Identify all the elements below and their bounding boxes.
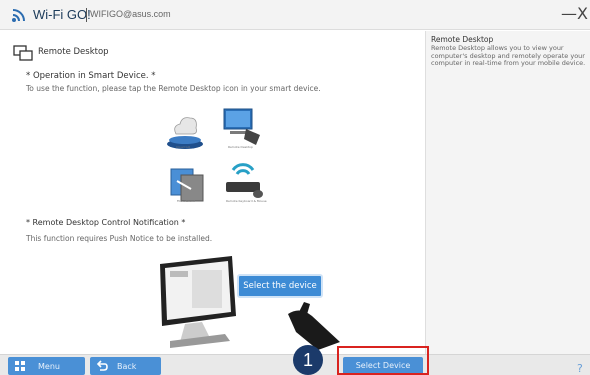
account-email: WIFIGO@asus.com — [90, 9, 171, 19]
select-device-callout: Select the device — [237, 274, 323, 298]
highlight-box — [337, 346, 429, 375]
notification-title: * Remote Desktop Control Notification * — [26, 218, 186, 227]
title-bar: Wi-Fi GO! WIFIGO@asus.com — X — [0, 0, 590, 30]
operation-description: To use the function, please tap the Remo… — [26, 84, 321, 93]
main-panel: Remote Desktop * Operation in Smart Devi… — [0, 31, 425, 354]
close-button[interactable]: X — [577, 4, 588, 23]
minimize-button[interactable]: — — [561, 4, 577, 23]
info-sidebar: Remote Desktop Remote Desktop allows you… — [425, 31, 590, 354]
app-title: Wi-Fi GO! — [33, 7, 91, 22]
sidebar-title: Remote Desktop — [431, 35, 494, 44]
app-icon-label: Remote Desktop — [228, 145, 253, 149]
help-icon[interactable]: ? — [577, 362, 583, 375]
step-number-badge: 1 — [293, 345, 323, 375]
remote-desktop-icon — [13, 45, 33, 61]
monitor-illustration — [160, 256, 340, 350]
sidebar-description: Remote Desktop allows you to view your c… — [431, 44, 586, 67]
menu-button-label: Menu — [38, 362, 60, 371]
app-icon-label: Cloud GO — [176, 145, 191, 149]
remote-keyboard-mouse-icon — [226, 163, 263, 198]
remote-desktop-app-icon — [223, 108, 260, 145]
back-button[interactable]: Back — [90, 357, 161, 375]
back-arrow-icon — [96, 360, 108, 371]
wifi-logo-icon — [12, 9, 25, 22]
notification-description: This function requires Push Notice to be… — [26, 234, 213, 243]
title-divider — [86, 8, 87, 22]
page-title: Remote Desktop — [38, 47, 109, 57]
app-icon-label: File Transfer — [177, 199, 196, 203]
back-button-label: Back — [117, 362, 137, 371]
menu-button[interactable]: Menu — [8, 357, 85, 375]
grid-icon — [15, 361, 25, 371]
operation-title: * Operation in Smart Device. * — [26, 71, 156, 81]
app-icon-label: Remote Keyboard & Mouse — [226, 199, 267, 203]
